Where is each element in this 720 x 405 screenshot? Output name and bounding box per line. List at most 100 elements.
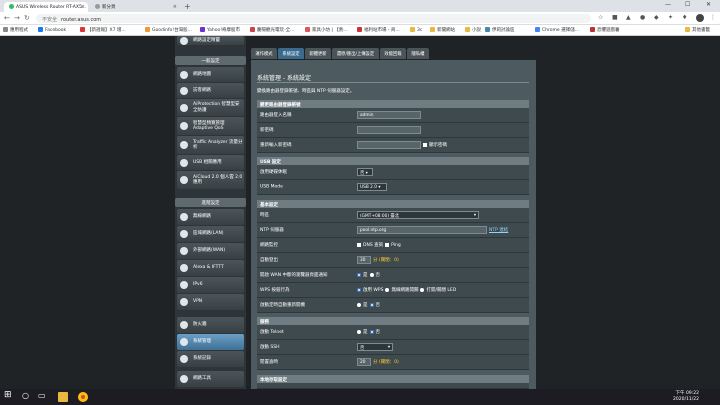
section-header-local-access: 本地存取設定 — [257, 375, 529, 383]
username-input[interactable]: admin — [357, 111, 421, 119]
sidebar-item-guest-network[interactable]: 訪客網路 — [177, 83, 244, 98]
reboot-no-radio[interactable] — [369, 303, 374, 307]
reboot-yes-radio[interactable] — [357, 303, 361, 307]
sidebar-item-quick-setup[interactable]: 網路設定精靈 — [177, 36, 244, 45]
retype-password-input[interactable] — [357, 141, 421, 149]
clock-date: 2020/11/22 — [673, 396, 699, 402]
windows-start-icon[interactable]: ⊞ — [4, 390, 14, 400]
minimize-icon[interactable]: — — [665, 1, 671, 8]
menu-icon[interactable]: ⋮ — [710, 14, 716, 21]
telnet-yes-radio[interactable] — [357, 330, 361, 334]
sidebar-item-usb[interactable]: USB 相關應用 — [177, 155, 244, 170]
ssh-value: 否 — [360, 346, 365, 351]
star-icon[interactable]: ☆ — [598, 14, 603, 21]
search-icon[interactable]: ○ — [22, 391, 32, 401]
extension-icon[interactable]: ● — [640, 14, 645, 21]
address-bar[interactable]: 不安全 router.asus.com — [36, 14, 591, 23]
new-tab-icon[interactable]: + — [184, 2, 191, 11]
sidebar-item-system-log[interactable]: 系統記錄 — [177, 351, 244, 367]
sidebar-item-alexa[interactable]: Alexa & IFTTT — [177, 260, 244, 276]
ntp-input[interactable]: pool.ntp.org — [357, 226, 487, 234]
bookmark-item[interactable]: 應用程式 — [3, 27, 28, 33]
ssh-select[interactable]: 否 ▾ — [357, 343, 393, 351]
bookmark-item[interactable]: Chrome 選擇儲... — [535, 27, 579, 33]
maximize-icon[interactable]: ☐ — [685, 1, 690, 8]
sidebar-item-aiprotection[interactable]: AiProtection 智慧型安全防護 — [177, 99, 244, 116]
auto-logout-input[interactable]: 30 — [357, 256, 371, 264]
sidebar-item-vpn[interactable]: VPN — [177, 294, 244, 310]
bookmark-item[interactable]: 其他書籤 — [685, 27, 710, 33]
sidebar-item-wireless[interactable]: 無線網路 — [177, 209, 244, 225]
browser-tab-router[interactable]: ASUS Wireless Router RT-AX5... × — [4, 2, 88, 12]
tab-firmware[interactable]: 韌體更新 — [305, 48, 331, 59]
browser-tab-newtab[interactable]: 新分頁 × — [90, 2, 180, 12]
bookmark-item[interactable]: 慶陽觀光電玩-全... — [250, 27, 294, 33]
timezone-select[interactable]: (GMT+08:00) 臺北 ▾ — [357, 211, 479, 219]
sidebar-item-label: 智慧型頻寬管理 Adaptive QoS — [193, 120, 225, 131]
sidebar-item-qos[interactable]: 智慧型頻寬管理 Adaptive QoS — [177, 117, 244, 135]
bookmark-item[interactable]: 家具小坊 | 【熱... — [305, 27, 348, 33]
new-password-input[interactable] — [357, 126, 421, 134]
not-secure-label[interactable]: 不安全 — [42, 17, 57, 23]
sidebar-item-label: 區域網路(LAN) — [193, 231, 224, 237]
bookmark-item[interactable]: 3c — [410, 27, 422, 33]
usb-mode-select[interactable]: USB 2.0 ▾ — [357, 183, 387, 191]
bookmark-item[interactable]: 小說 — [465, 27, 481, 33]
hibernation-select[interactable]: 否 ▾ — [357, 168, 373, 176]
bookmark-item[interactable]: Facebook — [38, 27, 66, 33]
bookmark-item[interactable]: 恐懼遊戲薯 — [590, 27, 620, 33]
wps-enable-radio[interactable] — [357, 288, 361, 292]
extension-icon[interactable]: ✦ — [668, 14, 673, 21]
sidebar-item-administration[interactable]: 系統管理 — [177, 334, 244, 350]
profile-avatar[interactable] — [696, 14, 704, 22]
close-window-icon[interactable]: ✕ — [706, 1, 711, 8]
extension-icon[interactable]: ■ — [612, 14, 618, 21]
sidebar-item-firewall[interactable]: 防火牆 — [177, 317, 244, 333]
bookmark-favicon-icon — [357, 27, 362, 32]
bookmark-item[interactable]: Yahoo!奇摩股市 — [200, 27, 240, 33]
row-retype-password: 重新輸入新密碼 顯示密碼 — [257, 138, 529, 153]
idle-timeout-input[interactable]: 20 — [357, 358, 371, 366]
tab-feedback[interactable]: 效能回報 — [380, 48, 406, 59]
telnet-no-radio[interactable] — [369, 330, 374, 334]
show-password-checkbox[interactable] — [423, 143, 427, 147]
wps-wireless-label: 無線網路開關 — [391, 288, 419, 293]
file-explorer-icon[interactable] — [58, 392, 68, 402]
ping-checkbox[interactable] — [385, 243, 390, 247]
bookmark-item[interactable]: 【新週報】X7 增... — [80, 27, 126, 33]
wps-wireless-radio[interactable] — [385, 288, 390, 292]
wps-led-radio[interactable] — [420, 288, 425, 292]
bookmark-item[interactable]: 新聞網站 — [430, 27, 455, 33]
task-view-icon[interactable]: ▭ — [38, 391, 48, 401]
wan-notify-yes-radio[interactable] — [357, 273, 361, 277]
bookmark-item[interactable]: 福利站市場 - 商... — [357, 27, 400, 33]
tab-privacy[interactable]: 隱私權 — [407, 48, 429, 59]
sidebar-item-wan[interactable]: 外部網路(WAN) — [177, 243, 244, 259]
close-tab-icon[interactable]: × — [173, 4, 177, 10]
ntp-link[interactable]: NTP 連結 — [489, 227, 508, 233]
bookmark-item[interactable]: Goodinfo!台灣股... — [145, 27, 192, 33]
extension-icon[interactable]: ◆ — [654, 14, 659, 21]
bookmark-item[interactable]: 伊莉討論區 — [485, 27, 515, 33]
forward-icon[interactable]: → — [14, 14, 20, 22]
reload-icon[interactable]: ↻ — [24, 14, 30, 22]
extension-icon[interactable]: ♦ — [682, 14, 687, 21]
sidebar-item-network-tools[interactable]: 網路工具 — [177, 371, 244, 387]
wan-notify-no-radio[interactable] — [369, 273, 374, 277]
back-icon[interactable]: ← — [4, 14, 10, 22]
sidebar-item-traffic-analyzer[interactable]: Traffic Analyzer 流量分析 — [177, 136, 244, 154]
tab-label: 新分頁 — [102, 5, 116, 10]
sidebar-item-label: 防火牆 — [193, 322, 207, 328]
sidebar-item-lan[interactable]: 區域網路(LAN) — [177, 226, 244, 242]
chrome-icon[interactable] — [78, 392, 88, 402]
tab-system[interactable]: 系統設定 — [278, 48, 304, 59]
system-clock[interactable]: 下午 09:22 2020/11/22 — [673, 391, 699, 403]
tab-operation-mode[interactable]: 運作模式 — [251, 48, 277, 59]
sidebar-item-ipv6[interactable]: IPv6 — [177, 277, 244, 293]
sidebar-item-aicloud[interactable]: AiCloud 2.0 個人雲 2.0 應用 — [177, 171, 244, 189]
extension-icon[interactable]: ▲ — [626, 14, 631, 21]
tab-restore-save[interactable]: 還原/匯出/上傳設定 — [332, 48, 379, 59]
sidebar-item-network-map[interactable]: 網路地圖 — [177, 67, 244, 82]
dns-query-checkbox[interactable] — [357, 243, 361, 247]
close-tab-icon[interactable]: × — [81, 4, 85, 10]
